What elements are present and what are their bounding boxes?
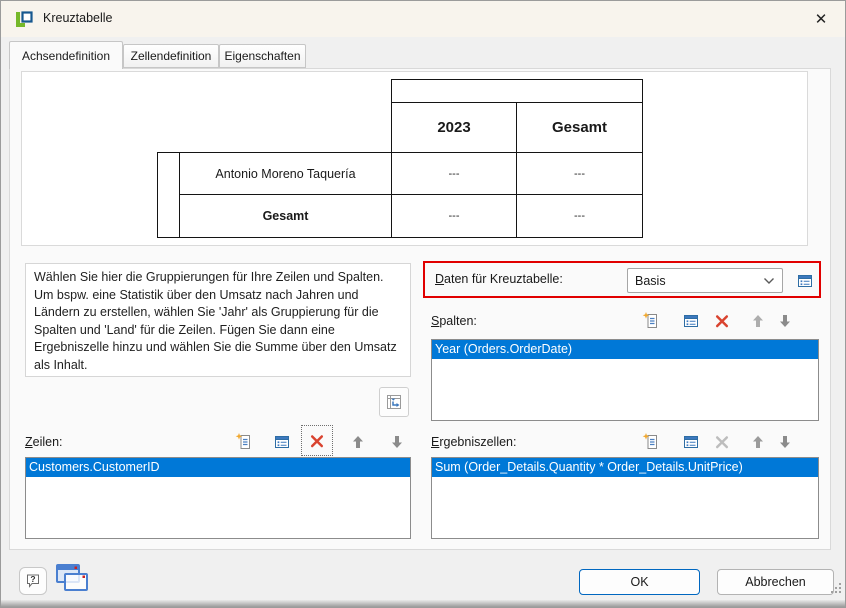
columns-label: Spalten: [431, 314, 477, 328]
rows-delete-button[interactable] [301, 425, 333, 456]
description-text: Wählen Sie hier die Gruppierungen für Ih… [25, 263, 411, 377]
arrow-up-icon [748, 311, 768, 331]
columns-move-up-button[interactable] [746, 309, 770, 333]
tab-zellendefinition[interactable]: Zellendefinition [123, 44, 219, 68]
arrow-up-icon [748, 432, 768, 452]
svg-text:?: ? [30, 574, 35, 584]
app-logo-icon [14, 9, 34, 29]
tab-achsendefinition[interactable]: Achsendefinition [9, 41, 123, 69]
help-button[interactable]: ? [19, 567, 47, 595]
ok-button[interactable]: OK [579, 569, 700, 595]
cancel-label: Abbrechen [745, 575, 805, 589]
preview-row-label: Antonio Moreno Taquería [179, 152, 392, 195]
chevron-down-icon [763, 277, 775, 285]
preview-col-header: Gesamt [516, 102, 643, 153]
properties-icon [272, 432, 292, 452]
result-cells-add-button[interactable] [639, 430, 663, 454]
preview-data-cell: --- [391, 152, 517, 195]
new-item-icon [234, 432, 254, 452]
new-item-icon [641, 432, 661, 452]
rows-add-button[interactable] [232, 430, 256, 454]
tab-label: Zellendefinition [131, 49, 212, 63]
swap-axes-icon [385, 393, 403, 411]
list-item[interactable]: Sum (Order_Details.Quantity * Order_Deta… [432, 458, 818, 477]
window-bottom-shadow [1, 600, 845, 607]
columns-move-down-button[interactable] [773, 309, 797, 333]
rows-move-up-button[interactable] [346, 430, 370, 454]
result-cells-move-down-button[interactable] [773, 430, 797, 454]
preview-row-axis-cell [157, 152, 180, 238]
label-rest: rgebniszellen: [439, 435, 516, 449]
swap-axes-button[interactable] [379, 387, 409, 417]
cancel-button[interactable]: Abbrechen [717, 569, 834, 595]
preview-data-cell: --- [516, 194, 643, 238]
data-source-properties-button[interactable] [793, 269, 817, 293]
arrow-up-icon [348, 432, 368, 452]
columns-add-button[interactable] [639, 309, 663, 333]
preview-row-label-total: Gesamt [179, 194, 392, 238]
data-source-select[interactable]: Basis [627, 268, 783, 293]
result-cells-list[interactable]: Sum (Order_Details.Quantity * Order_Deta… [431, 457, 819, 539]
list-item[interactable]: Year (Orders.OrderDate) [432, 340, 818, 359]
arrow-down-icon [775, 311, 795, 331]
result-cells-label: Ergebniszellen: [431, 435, 516, 449]
list-item[interactable]: Customers.CustomerID [26, 458, 410, 477]
select-value: Basis [635, 274, 666, 288]
label-rest: aten für Kreuztabelle: [444, 272, 563, 286]
close-button[interactable]: ✕ [807, 7, 835, 31]
arrow-down-icon [775, 432, 795, 452]
tab-label: Eigenschaften [224, 49, 300, 63]
data-source-highlight: Daten für Kreuztabelle: Basis [423, 261, 821, 298]
ok-label: OK [630, 575, 648, 589]
rows-list[interactable]: Customers.CustomerID [25, 457, 411, 539]
delete-icon [712, 432, 732, 452]
tab-eigenschaften[interactable]: Eigenschaften [219, 44, 306, 68]
arrow-down-icon [387, 432, 407, 452]
delete-icon [712, 311, 732, 331]
preview-empty-header-cell [391, 79, 643, 103]
window-title: Kreuztabelle [43, 11, 113, 25]
label-rest: eilen: [33, 435, 63, 449]
columns-properties-button[interactable] [679, 309, 703, 333]
properties-icon [681, 432, 701, 452]
preview-data-cell: --- [391, 194, 517, 238]
resize-grip-icon [831, 583, 842, 594]
properties-icon [681, 311, 701, 331]
rows-move-down-button[interactable] [385, 430, 409, 454]
label-rest: palten: [439, 314, 477, 328]
label-accel: D [435, 272, 444, 286]
resize-grip[interactable] [831, 581, 842, 599]
preview-col-header: 2023 [391, 102, 517, 153]
result-cells-delete-button-disabled[interactable] [710, 430, 734, 454]
result-cells-move-up-button[interactable] [746, 430, 770, 454]
delete-icon [307, 431, 327, 451]
tab-label: Achsendefinition [22, 49, 110, 63]
new-item-icon [641, 311, 661, 331]
titlebar: Kreuztabelle ✕ [1, 1, 845, 37]
data-source-label: Daten für Kreuztabelle: [435, 272, 563, 286]
label-accel: Z [25, 435, 33, 449]
result-cells-properties-button[interactable] [679, 430, 703, 454]
properties-icon [795, 271, 815, 291]
help-icon: ? [24, 572, 42, 590]
rows-properties-button[interactable] [270, 430, 294, 454]
columns-delete-button[interactable] [710, 309, 734, 333]
columns-list[interactable]: Year (Orders.OrderDate) [431, 339, 819, 421]
preview-windows-icon[interactable] [53, 561, 93, 602]
kreuztabelle-dialog: Kreuztabelle ✕ Achsendefinition Zellende… [0, 0, 846, 608]
close-icon: ✕ [815, 10, 828, 28]
rows-label: Zeilen: [25, 435, 63, 449]
preview-data-cell: --- [516, 152, 643, 195]
